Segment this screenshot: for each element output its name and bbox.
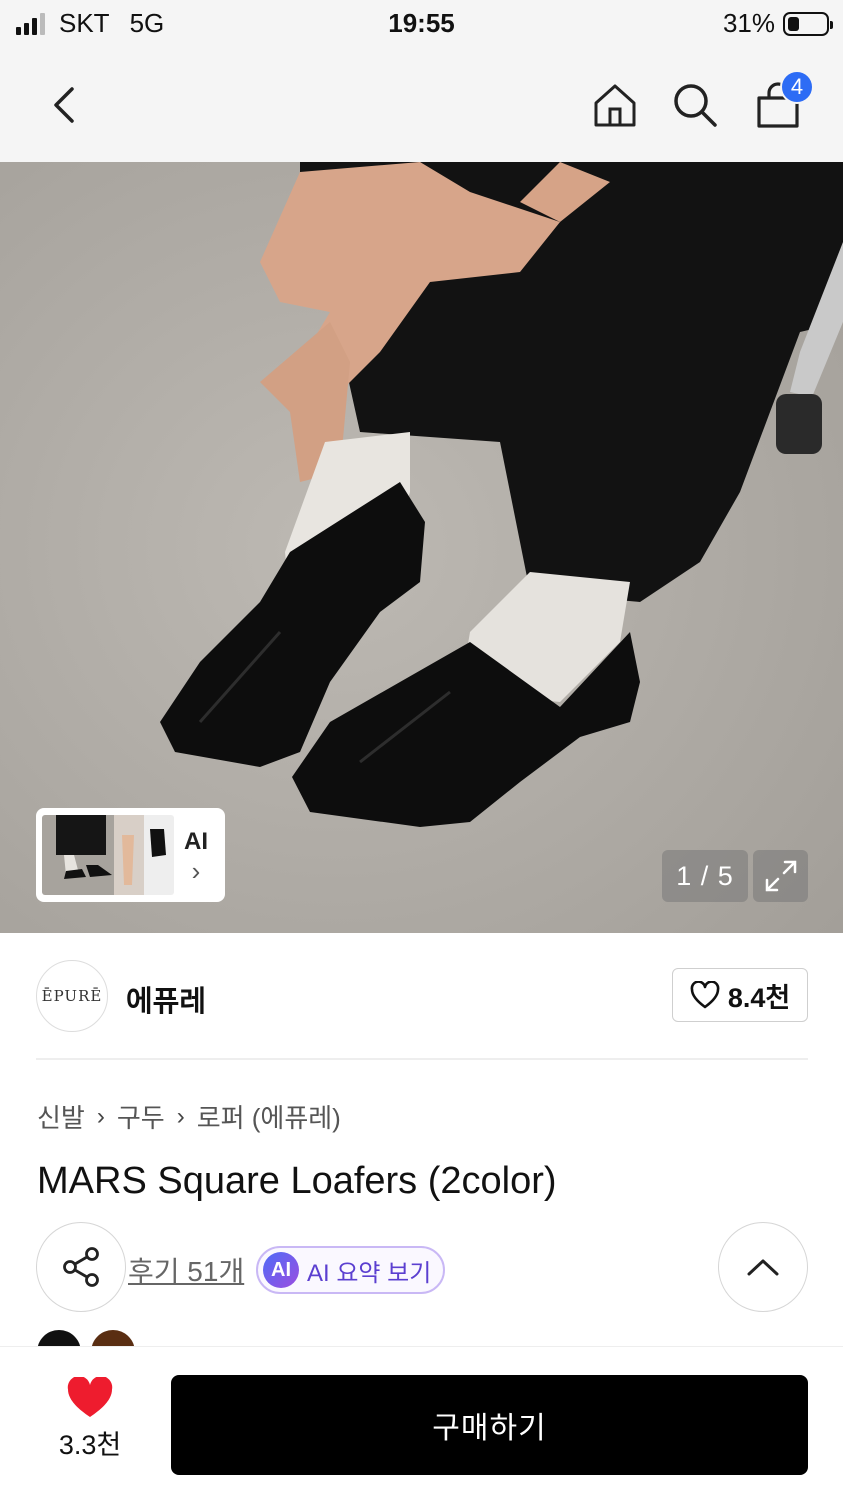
- breadcrumb: 신발 › 구두 › 로퍼 (에퓨레): [37, 1098, 341, 1135]
- ai-badge-icon: AI: [263, 1252, 299, 1288]
- ai-similar-thumbnail[interactable]: AI ›: [36, 808, 225, 902]
- breadcrumb-item-loafers[interactable]: 로퍼 (에퓨레): [197, 1098, 341, 1135]
- clock: 19:55: [388, 8, 455, 38]
- chevron-right-icon: ›: [191, 856, 201, 886]
- breadcrumb-item-dress-shoes[interactable]: 구두: [117, 1098, 165, 1135]
- product-title: MARS Square Loafers (2color): [37, 1160, 557, 1202]
- home-icon: [594, 84, 636, 127]
- status-right: 31%: [722, 8, 833, 39]
- status-bar: SKT 5G 19:55 31%: [0, 0, 843, 48]
- thumbnail-images: [42, 815, 174, 895]
- chevron-right-icon: ›: [96, 1102, 105, 1130]
- product-action-row: 후기 51개 AI AI 요약 보기: [36, 1222, 808, 1312]
- ai-summary-button[interactable]: AI AI 요약 보기: [256, 1246, 446, 1294]
- image-counter: 1 / 5: [662, 850, 748, 902]
- chevron-up-icon: [747, 1259, 779, 1276]
- brand-logo[interactable]: ĒPURĒ: [36, 960, 108, 1032]
- thumbnail-strip: [42, 815, 174, 895]
- cart-count-badge: 4: [780, 70, 814, 104]
- share-button[interactable]: [36, 1222, 126, 1312]
- heart-filled-icon: [67, 1377, 113, 1417]
- expand-button[interactable]: [753, 850, 808, 902]
- divider: [36, 1058, 808, 1060]
- battery-icon: [783, 11, 833, 36]
- ai-summary-label: AI 요약 보기: [307, 1259, 432, 1287]
- home-button[interactable]: [588, 78, 642, 132]
- top-nav-bar: 4: [0, 48, 843, 162]
- expand-icon: [765, 860, 796, 892]
- ai-label: AI: [184, 828, 208, 855]
- buy-button[interactable]: 구매하기: [171, 1375, 808, 1475]
- chevron-left-icon: [54, 87, 74, 123]
- bottom-purchase-bar: 3.3천 구매하기: [0, 1346, 843, 1500]
- reviews-link[interactable]: 후기 51개: [128, 1250, 244, 1290]
- ai-label-group: AI ›: [184, 828, 208, 886]
- chevron-right-icon: ›: [176, 1102, 185, 1130]
- search-button[interactable]: [668, 78, 722, 132]
- share-icon: [63, 1247, 99, 1287]
- scroll-to-top-button[interactable]: [718, 1222, 808, 1312]
- back-button[interactable]: [40, 78, 90, 132]
- cart-button[interactable]: 4: [748, 70, 814, 132]
- battery-percent: 31%: [722, 8, 775, 38]
- brand-name[interactable]: 에퓨레: [126, 978, 206, 1020]
- search-icon: [674, 84, 717, 127]
- wishlist-button[interactable]: 3.3천: [50, 1377, 130, 1462]
- brand-like-count: 8.4천: [727, 982, 791, 1013]
- wishlist-count: 3.3천: [58, 1430, 122, 1460]
- brand-row: ĒPURĒ 에퓨레 8.4천: [36, 958, 808, 1032]
- breadcrumb-item-shoes[interactable]: 신발: [37, 1098, 85, 1135]
- heart-outline-icon: [690, 981, 720, 1009]
- brand-like-button[interactable]: 8.4천: [672, 968, 808, 1022]
- product-image-carousel[interactable]: AI › 1 / 5: [0, 162, 843, 933]
